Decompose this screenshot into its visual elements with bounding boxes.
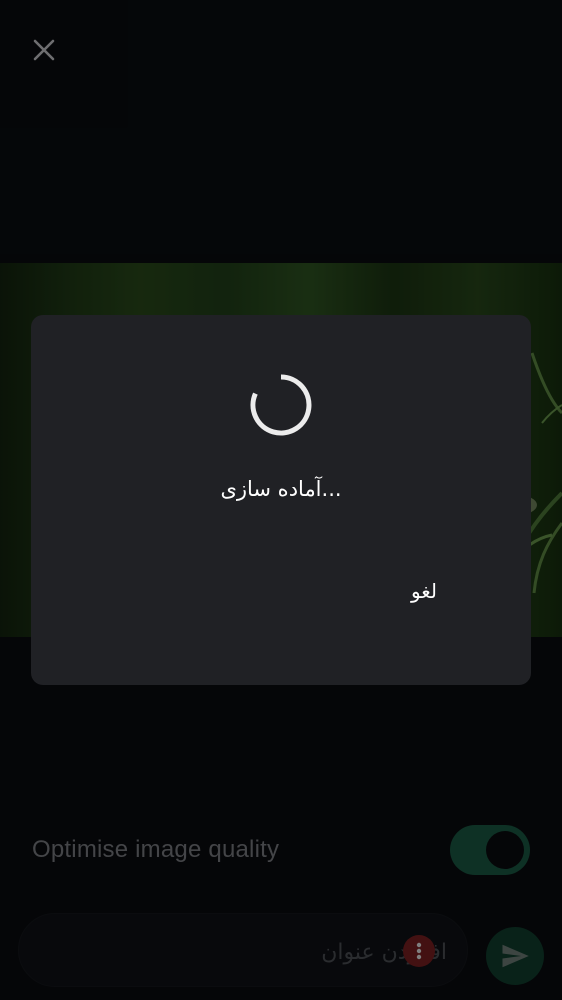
send-button[interactable]: [486, 927, 544, 985]
loading-spinner-icon: [250, 374, 312, 436]
progress-dialog: ...آماده سازی لغو: [31, 315, 531, 685]
send-icon: [502, 944, 529, 968]
optimise-quality-toggle[interactable]: [450, 825, 530, 875]
toggle-knob: [486, 831, 524, 869]
more-vertical-icon: [416, 942, 422, 960]
dialog-message: ...آماده سازی: [220, 477, 342, 501]
close-icon: [33, 39, 55, 61]
optimise-quality-row: Optimise image quality: [32, 824, 530, 876]
cancel-button[interactable]: لغو: [391, 571, 457, 611]
image-preview-screen: Optimise image quality ...آماده سازی لغو: [0, 0, 562, 1000]
caption-field-container: [18, 913, 468, 987]
close-button[interactable]: [24, 30, 64, 70]
more-options-button[interactable]: [403, 935, 435, 967]
caption-input[interactable]: [85, 932, 449, 972]
optimise-quality-label: Optimise image quality: [32, 836, 280, 863]
